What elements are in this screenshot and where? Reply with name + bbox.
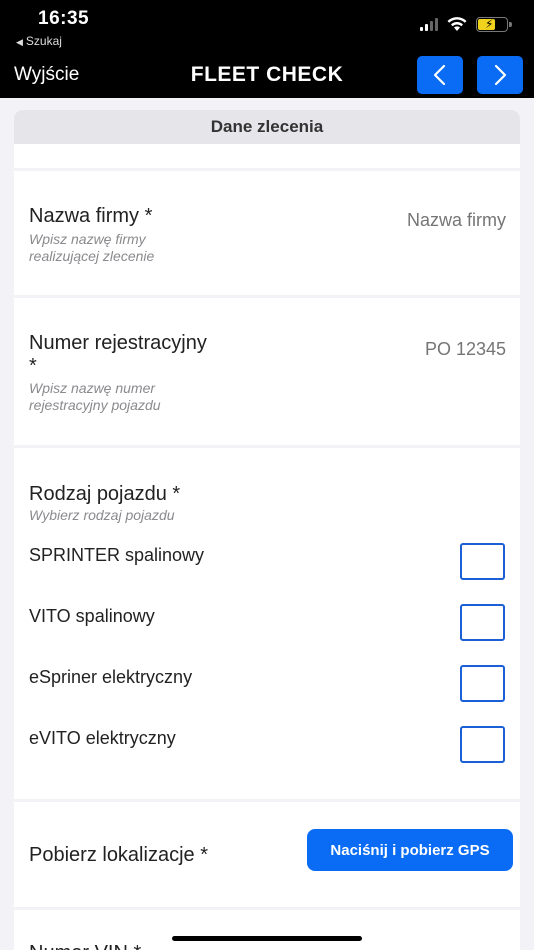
option-label: eSpriner elektryczny: [29, 667, 193, 687]
vin-row: Numer VIN *: [14, 910, 520, 950]
vito-checkbox[interactable]: [460, 604, 505, 641]
top-bar: 16:35 ◀ Szukaj ⚡ Wyjście FLEET CHECK: [0, 0, 534, 98]
section-header: Dane zlecenia: [14, 110, 520, 144]
vin-label: Numer VIN *: [29, 942, 141, 950]
registration-hint: Wpisz nazwę numer rejestracyjny pojazdu: [29, 380, 161, 413]
company-name-input[interactable]: [306, 210, 506, 231]
company-name-label: Nazwa firmy *: [29, 205, 153, 227]
back-app-label: Szukaj: [25, 34, 62, 48]
sprinter-checkbox[interactable]: [460, 543, 505, 580]
section-spacer: [14, 144, 520, 168]
vehicle-type-row: Rodzaj pojazdu * Wybierz rodzaj pojazdu …: [14, 448, 520, 799]
location-row: Pobierz lokalizacje * Naciśnij i pobierz…: [14, 802, 520, 907]
back-to-app-link[interactable]: ◀ Szukaj: [16, 34, 62, 48]
vehicle-type-hint: Wybierz rodzaj pojazdu: [29, 507, 175, 523]
next-button[interactable]: [477, 56, 523, 94]
home-indicator[interactable]: [172, 936, 362, 941]
cellular-signal-icon: [420, 17, 438, 31]
option-label: VITO spalinowy: [29, 606, 155, 626]
registration-input[interactable]: [306, 339, 506, 360]
registration-label: Numer rejestracyjny *: [29, 332, 207, 377]
status-time: 16:35: [38, 8, 90, 29]
form-content: Dane zlecenia Nazwa firmy * Wpisz nazwę …: [14, 110, 520, 950]
vehicle-type-label: Rodzaj pojazdu *: [29, 483, 181, 505]
chevron-left-icon: [433, 64, 446, 86]
previous-button[interactable]: [417, 56, 463, 94]
company-name-row: Nazwa firmy * Wpisz nazwę firmy realizuj…: [14, 171, 520, 295]
location-label: Pobierz lokalizacje *: [29, 844, 208, 866]
chevron-right-icon: [494, 64, 507, 86]
battery-charging-icon: ⚡: [476, 16, 512, 32]
option-label: eVITO elektryczny: [29, 728, 176, 748]
registration-row: Numer rejestracyjny * Wpisz nazwę numer …: [14, 298, 520, 445]
status-icons: ⚡: [420, 16, 512, 32]
company-name-hint: Wpisz nazwę firmy realizującej zlecenie: [29, 231, 155, 264]
wifi-icon: [447, 17, 467, 31]
exit-button[interactable]: Wyjście: [14, 64, 79, 86]
get-gps-button[interactable]: Naciśnij i pobierz GPS: [307, 829, 513, 871]
option-label: SPRINTER spalinowy: [29, 545, 205, 565]
evito-checkbox[interactable]: [460, 726, 505, 763]
back-triangle-icon: ◀: [16, 37, 23, 47]
esprinter-checkbox[interactable]: [460, 665, 505, 702]
